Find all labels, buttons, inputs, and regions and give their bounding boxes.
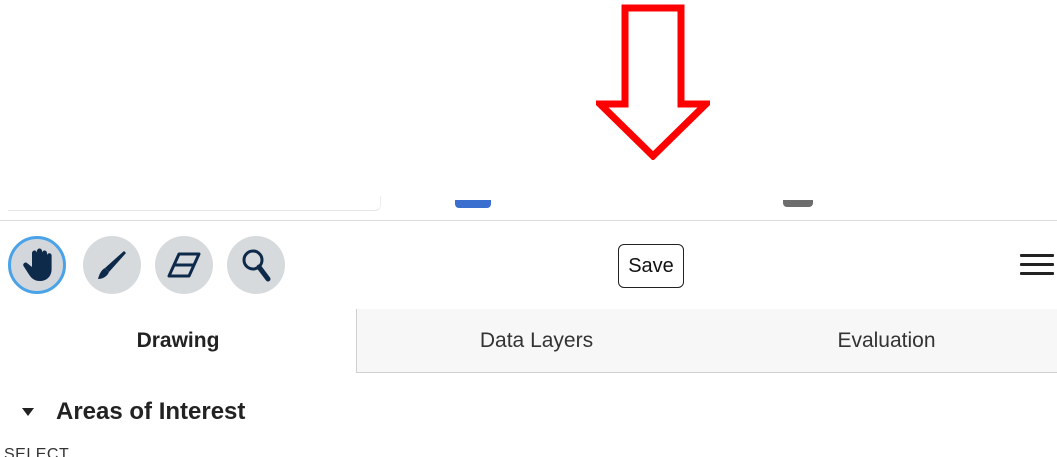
zoom-tool-button[interactable]	[227, 236, 285, 294]
pan-tool-button[interactable]	[8, 236, 66, 294]
tab-data-layers[interactable]: Data Layers	[356, 309, 716, 373]
eraser-icon	[167, 252, 201, 278]
app-window: Save Drawing Data Layers Evaluation Area…	[0, 0, 1057, 457]
eraser-tool-button[interactable]	[155, 236, 213, 294]
caret-down-icon	[22, 408, 34, 416]
drawing-toolbar: Save	[0, 222, 1057, 310]
section-title: Areas of Interest	[56, 398, 246, 425]
partial-header-strip	[0, 196, 1057, 222]
partial-input-field	[8, 196, 381, 211]
hamburger-menu-icon[interactable]	[1020, 254, 1054, 278]
hand-icon	[23, 248, 52, 281]
areas-of-interest-toggle[interactable]: Areas of Interest	[22, 392, 245, 432]
tab-evaluation[interactable]: Evaluation	[716, 309, 1057, 373]
partial-gray-button[interactable]	[783, 200, 813, 207]
tab-drawing[interactable]: Drawing	[0, 309, 356, 373]
select-label: SELECT	[4, 446, 70, 457]
pen-icon	[98, 251, 126, 279]
magnifier-icon	[242, 249, 271, 282]
divider	[0, 220, 1057, 221]
partial-blue-button[interactable]	[455, 200, 491, 208]
panel-tabs: Drawing Data Layers Evaluation	[0, 309, 1057, 373]
pen-tool-button[interactable]	[83, 236, 141, 294]
red-down-arrow-icon	[596, 4, 710, 160]
save-button[interactable]: Save	[618, 244, 684, 288]
